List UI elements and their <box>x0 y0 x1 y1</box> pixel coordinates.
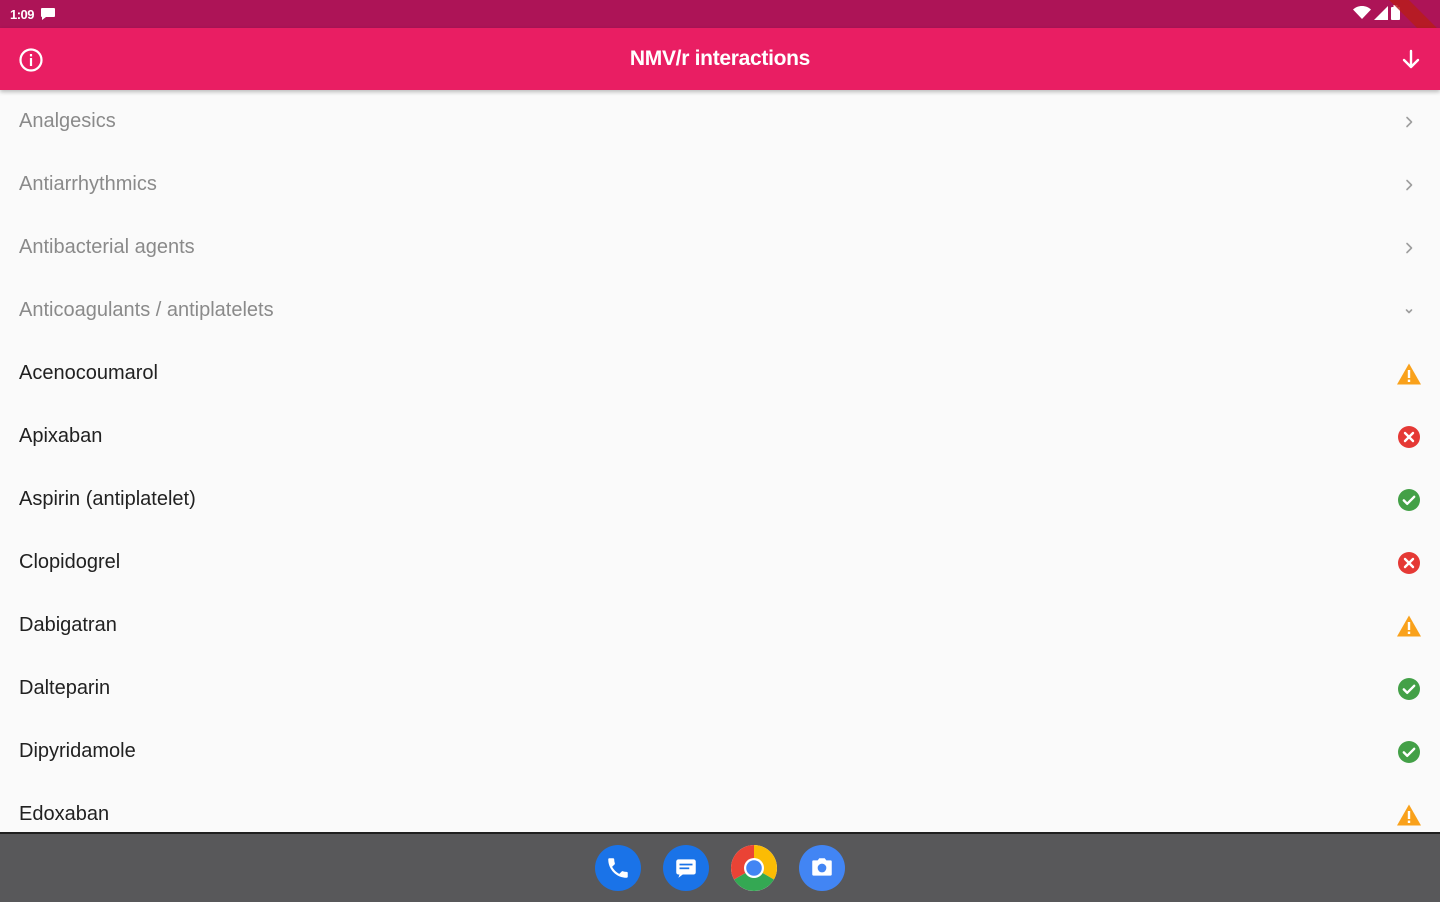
drug-row[interactable]: Clopidogrel <box>0 531 1440 594</box>
chat-notification-icon <box>40 7 56 21</box>
drug-name: Acenocoumarol <box>19 362 158 384</box>
warning-icon <box>1396 361 1422 387</box>
app-bar: NMV/r interactions <box>0 28 1440 90</box>
chevron-right-icon <box>1396 109 1422 135</box>
chevron-down-icon <box>1396 298 1422 324</box>
messages-app-button[interactable] <box>663 845 709 891</box>
warning-icon <box>1396 802 1422 828</box>
category-label: Anticoagulants / antiplatelets <box>19 299 274 321</box>
check-circle-icon <box>1396 487 1422 513</box>
drug-row[interactable]: Aspirin (antiplatelet) <box>0 468 1440 531</box>
drug-name: Clopidogrel <box>19 551 121 573</box>
chrome-app-button[interactable] <box>731 845 777 891</box>
category-row[interactable]: Anticoagulants / antiplatelets <box>0 279 1440 342</box>
navigation-dock <box>0 832 1440 902</box>
phone-icon <box>608 858 628 878</box>
drug-row[interactable]: Acenocoumarol <box>0 342 1440 405</box>
status-right-icons <box>1353 5 1400 25</box>
wifi-icon <box>1353 5 1371 25</box>
category-label: Analgesics <box>19 110 116 132</box>
chevron-right-icon <box>1396 235 1422 261</box>
drug-row[interactable]: Apixaban <box>0 405 1440 468</box>
drug-row[interactable]: Dalteparin <box>0 657 1440 720</box>
page-title: NMV/r interactions <box>629 47 811 70</box>
camera-app-button[interactable] <box>799 845 845 891</box>
drug-row[interactable]: Dabigatran <box>0 594 1440 657</box>
info-icon <box>19 48 43 72</box>
camera-icon <box>812 858 832 876</box>
category-row[interactable]: Antibacterial agents <box>0 216 1440 279</box>
chevron-right-icon <box>1396 172 1422 198</box>
arrow-down-icon <box>1402 49 1420 69</box>
drug-name: Apixaban <box>19 425 103 447</box>
check-circle-icon <box>1396 739 1422 765</box>
messages-icon <box>676 859 696 878</box>
category-label: Antiarrhythmics <box>19 173 157 195</box>
signal-icon <box>1374 5 1388 25</box>
drug-name: Dipyridamole <box>19 740 136 762</box>
drug-row[interactable]: Dipyridamole <box>0 720 1440 783</box>
drug-name: Edoxaban <box>19 803 110 825</box>
drug-name: Dalteparin <box>19 677 111 699</box>
drug-name: Dabigatran <box>19 614 117 636</box>
chrome-icon <box>731 845 777 891</box>
category-row[interactable]: Analgesics <box>0 90 1440 153</box>
status-time: 1:09 <box>10 6 35 22</box>
drug-list: Analgesics Antiarrhythmics Antibacterial a… <box>0 90 1440 832</box>
drug-row[interactable]: Edoxaban <box>0 783 1440 832</box>
check-circle-icon <box>1396 676 1422 702</box>
warning-icon <box>1396 613 1422 639</box>
category-label: Antibacterial agents <box>19 236 195 258</box>
drug-name: Aspirin (antiplatelet) <box>19 488 196 510</box>
error-icon <box>1396 550 1422 576</box>
info-button[interactable] <box>16 45 46 75</box>
phone-app-button[interactable] <box>595 845 641 891</box>
download-button[interactable] <box>1396 45 1426 75</box>
status-bar: 1:09 <box>0 0 1440 55</box>
error-icon <box>1396 424 1422 450</box>
category-row[interactable]: Antiarrhythmics <box>0 153 1440 216</box>
